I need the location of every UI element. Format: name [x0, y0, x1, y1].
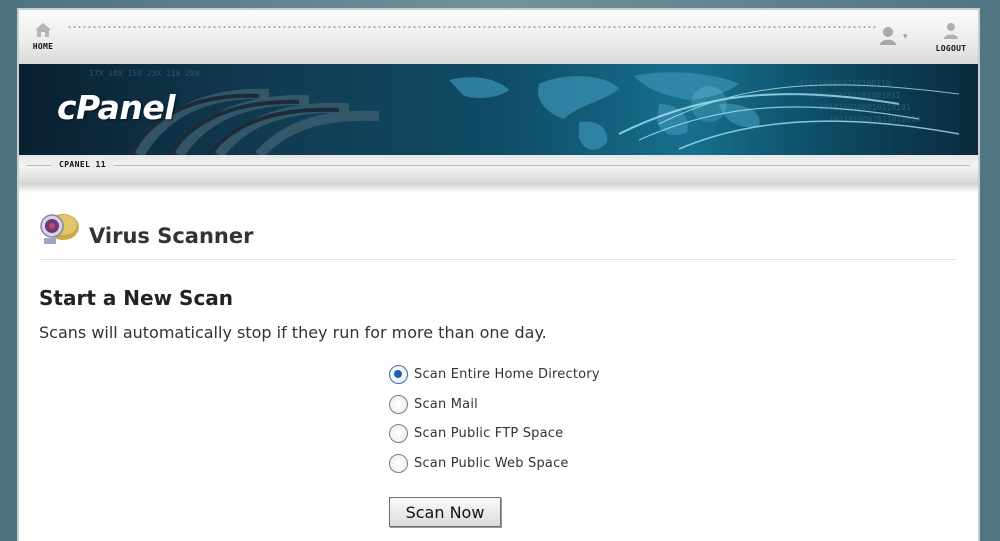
home-icon: [35, 23, 51, 37]
logout-button[interactable]: LOGOUT: [930, 22, 972, 53]
section-heading: Start a New Scan: [39, 286, 234, 310]
option-scan-ftp[interactable]: Scan Public FTP Space: [389, 419, 600, 449]
option-scan-home[interactable]: Scan Entire Home Directory: [389, 360, 600, 390]
page-title: Virus Scanner: [89, 224, 254, 248]
option-scan-web[interactable]: Scan Public Web Space: [389, 449, 600, 479]
title-divider: [39, 259, 957, 260]
cpanel-banner: 17X 18X 15X 23X 21X 20X 0101100010110100…: [19, 64, 978, 155]
chevron-down-icon: ▾: [903, 32, 908, 42]
page-header: Virus Scanner: [39, 210, 959, 260]
section-description: Scans will automatically stop if they ru…: [39, 323, 547, 342]
option-label: Scan Public Web Space: [414, 455, 569, 471]
breadcrumb: CPANEL 11: [19, 155, 978, 183]
breadcrumb-cpanel-11[interactable]: CPANEL 11: [51, 160, 114, 169]
radio-scan-mail[interactable]: [389, 394, 408, 414]
breadcrumb-divider: [27, 165, 970, 166]
home-button[interactable]: HOME: [27, 22, 59, 51]
radio-scan-ftp[interactable]: [389, 424, 408, 444]
radio-scan-web[interactable]: [389, 453, 408, 473]
scan-options: Scan Entire Home Directory Scan Mail Sca…: [389, 360, 600, 478]
svg-text:17X 18X 15X 23X 21X: 17X 18X 15X 23X 21X 20X: [89, 69, 200, 78]
cpanel-window: HOME ▾ LOGOUT 17X 18X 15X 23X 21X 20X 01…: [17, 8, 980, 541]
option-scan-mail[interactable]: Scan Mail: [389, 390, 600, 420]
virus-scanner-icon: [40, 214, 79, 244]
home-label: HOME: [32, 42, 54, 51]
option-label: Scan Entire Home Directory: [414, 367, 600, 383]
top-navigation: HOME ▾ LOGOUT: [19, 10, 978, 64]
option-label: Scan Public FTP Space: [414, 426, 564, 442]
user-menu-button[interactable]: ▾: [879, 26, 917, 46]
header-shadow: [19, 183, 978, 193]
scan-now-button[interactable]: Scan Now: [389, 497, 501, 527]
logout-label: LOGOUT: [935, 44, 967, 53]
dotted-divider: [67, 25, 878, 29]
cpanel-logo: cPanel: [57, 88, 176, 127]
user-icon: [880, 27, 896, 45]
radio-scan-home[interactable]: [389, 365, 408, 385]
option-label: Scan Mail: [414, 396, 478, 412]
logout-icon: [944, 23, 958, 39]
